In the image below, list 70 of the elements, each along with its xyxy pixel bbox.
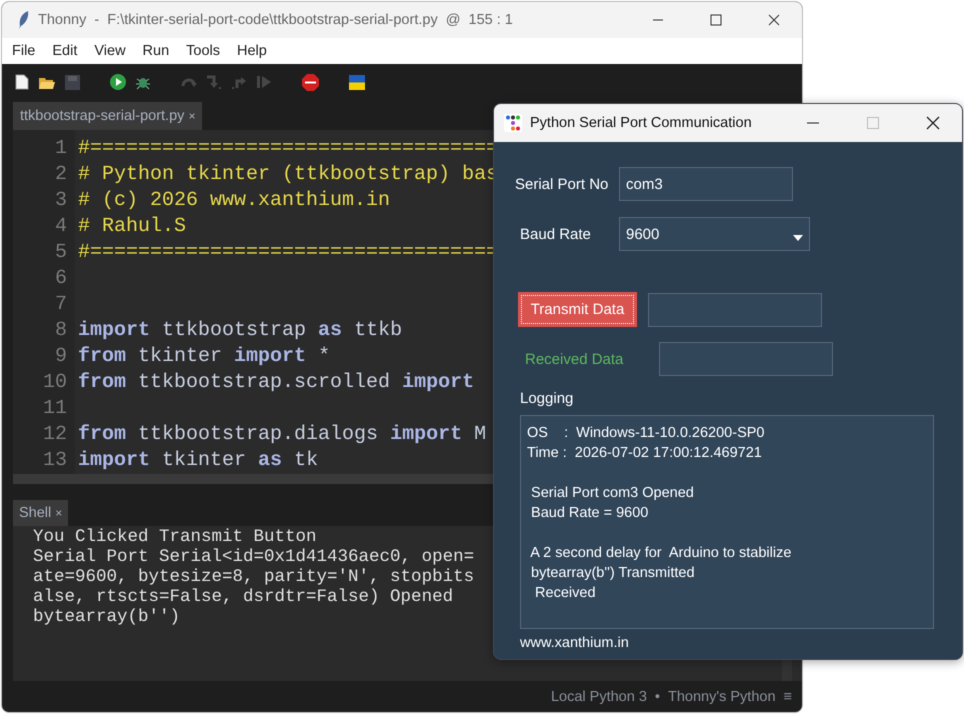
new-file-icon[interactable]	[15, 74, 29, 90]
shell-tab[interactable]: Shell ×	[13, 500, 68, 526]
menu-item[interactable]: Help	[237, 43, 267, 59]
line-number: 3	[54, 188, 68, 214]
line-number: 6	[54, 266, 68, 292]
log-line: bytearray(b'') Transmitted	[530, 565, 695, 581]
log-line: Serial Port com3 Opened	[530, 485, 694, 501]
logging-label: Logging	[520, 390, 574, 407]
code-line: import ttkbootstrap as ttkb	[78, 319, 402, 342]
editor-tab[interactable]: ttkbootstrap-serial-port.py ×	[13, 102, 202, 130]
baud-rate-dropdown[interactable]: 9600	[619, 217, 810, 251]
menu-item[interactable]: View	[94, 43, 126, 59]
menu-item[interactable]: File	[12, 43, 36, 59]
line-number: 11	[42, 396, 68, 422]
code-line: from ttkbootstrap.scrolled import	[78, 371, 474, 394]
serial-port-label: Serial Port No	[515, 176, 610, 192]
code-line: # (c) 2026 www.xanthium.in	[78, 189, 390, 212]
log-line: OS : Windows-11-10.0.26200-SP0	[527, 425, 764, 441]
code-line: #==================================	[78, 137, 498, 160]
line-number: 8	[54, 318, 68, 344]
caret-icon	[793, 235, 803, 241]
transmit-field[interactable]	[648, 292, 822, 326]
code-line: from tkinter import *	[78, 345, 330, 368]
flag-icon[interactable]	[349, 74, 365, 90]
code-line: # Rahul.S	[78, 215, 186, 238]
transmit-button[interactable]: Transmit Data	[518, 292, 637, 327]
line-number: 10	[42, 370, 68, 396]
menu-item[interactable]: Tools	[186, 43, 220, 59]
code-line: from ttkbootstrap.dialogs import M	[78, 423, 486, 446]
shell-output-line: ate=9600, bytesize=8, parity='N', stopbits	[33, 567, 474, 587]
serial-port-field[interactable]: com3	[619, 167, 793, 201]
maximize-icon[interactable]	[710, 14, 722, 26]
feather-icon	[18, 10, 30, 30]
window-title: Python Serial Port Communication	[530, 115, 752, 131]
shell-output-line: alse, rtscts=False, dsrdtr=False) Opened	[33, 587, 454, 607]
log-line: A 2 second delay for Arduino to stabilize	[529, 545, 792, 561]
menu-item[interactable]: Run	[142, 43, 170, 59]
run-icon[interactable]	[110, 74, 126, 90]
line-number: 7	[54, 292, 68, 318]
log-line: Time : 2026-07-02 17:00:12.469721	[527, 445, 762, 461]
line-number: 12	[42, 422, 68, 448]
line-number: 13	[42, 448, 68, 474]
app-icon	[504, 114, 522, 132]
line-number: 4	[54, 214, 68, 240]
line-number: 5	[54, 240, 68, 266]
log-textbox[interactable]: OS : Windows-11-10.0.26200-SP0 Time : 2026-07-02 17:00:12.469721 Serial Port com3 Opened Baud Rate = 9600 A 2 second delay for Arduino to stabilize bytearray(b'') Transmitted Received	[520, 415, 934, 629]
close-icon[interactable]	[926, 116, 940, 130]
shell-output-line: bytearray(b'')	[33, 607, 180, 627]
shell-output-line: Serial Port Serial<id=0x1d41436aec0, open=	[33, 547, 474, 567]
code-line: #==================================	[78, 241, 498, 264]
close-icon[interactable]	[768, 14, 780, 26]
maximize-icon	[867, 117, 879, 129]
shell-output-line: You Clicked Transmit Button	[33, 527, 317, 547]
line-number: 1	[54, 136, 68, 162]
stop-icon[interactable]	[302, 74, 319, 90]
menu-icon[interactable]: ≡	[784, 688, 792, 704]
line-number: 2	[54, 162, 68, 188]
code-line: import tkinter as tk	[78, 449, 318, 472]
backend-label[interactable]: Thonny's Python	[668, 688, 776, 704]
interpreter-label[interactable]: Local Python 3	[550, 688, 647, 704]
baud-rate-label: Baud Rate	[520, 226, 592, 242]
log-line: Received	[534, 585, 596, 601]
log-line: Baud Rate = 9600	[530, 505, 648, 521]
separator-dot: •	[654, 688, 660, 704]
menu-item[interactable]: Edit	[52, 43, 78, 59]
received-field[interactable]	[659, 342, 833, 376]
window-title: Thonny - F:\tkinter-serial-port-code\ttkbootstrap-serial-port.py @ 155 : 1	[38, 12, 513, 28]
received-data-label: Received Data	[525, 350, 624, 368]
line-number: 9	[54, 344, 68, 370]
website-link[interactable]: www.xanthium.in	[520, 635, 629, 651]
